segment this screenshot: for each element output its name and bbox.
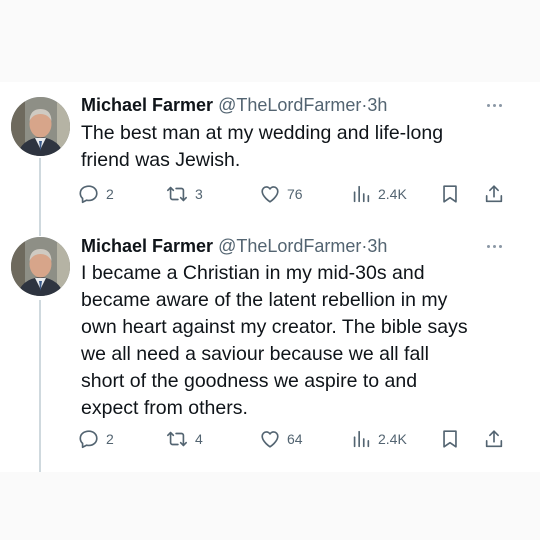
- like-button[interactable]: 76: [259, 182, 303, 206]
- bookmark-button[interactable]: [439, 182, 461, 206]
- reply-icon: [79, 185, 98, 204]
- retweet-icon: [167, 186, 187, 202]
- reply-icon: [79, 430, 98, 449]
- tweet-text-line: we all need a saviour because we all fal…: [81, 343, 429, 365]
- tweet-text: The best man at my wedding and life-long…: [81, 120, 526, 174]
- more-dots-icon[interactable]: [482, 239, 506, 253]
- share-icon: [485, 430, 503, 448]
- tweet-text-line: short of the goodness we aspire to and: [81, 370, 418, 392]
- tweet-text: I became a Christian in my mid-30s and b…: [81, 260, 526, 422]
- share-button[interactable]: [483, 182, 505, 206]
- tweet-thread: Michael Farmer @TheLordFarmer·3h The bes…: [0, 82, 540, 472]
- retweet-icon: [167, 431, 187, 447]
- tweet-text-line: friend was Jewish.: [81, 149, 241, 171]
- views-button[interactable]: 2.4K: [350, 427, 407, 451]
- tweet-text-line: The best man at my wedding and life-long: [81, 122, 444, 144]
- timestamp[interactable]: 3h: [367, 95, 387, 115]
- display-name[interactable]: Michael Farmer: [81, 236, 213, 256]
- user-handle[interactable]: @TheLordFarmer: [218, 95, 361, 115]
- views-button[interactable]: 2.4K: [350, 182, 407, 206]
- display-name[interactable]: Michael Farmer: [81, 95, 213, 115]
- reply-button[interactable]: 2: [78, 427, 114, 451]
- thread-line: [39, 158, 41, 236]
- avatar[interactable]: [11, 237, 70, 296]
- share-button[interactable]: [483, 427, 505, 451]
- views-bar-chart-icon: [353, 185, 370, 203]
- reply-button[interactable]: 2: [78, 182, 114, 206]
- heart-icon: [261, 431, 279, 448]
- retweet-button[interactable]: 3: [165, 182, 203, 206]
- reply-count: 2: [106, 431, 114, 447]
- retweet-count: 3: [195, 186, 203, 202]
- tweet-text-line: expect from others.: [81, 397, 248, 419]
- bookmark-button[interactable]: [439, 427, 461, 451]
- retweet-count: 4: [195, 431, 203, 447]
- heart-icon: [261, 186, 279, 203]
- reply-count: 2: [106, 186, 114, 202]
- tweet-header: Michael Farmer @TheLordFarmer·3h: [81, 94, 387, 116]
- action-bar: 2 4 64 2.4K: [78, 427, 508, 451]
- tweet-text-line: I became a Christian in my mid-30s and: [81, 262, 425, 284]
- like-count: 64: [287, 431, 303, 447]
- views-bar-chart-icon: [353, 430, 370, 448]
- views-count: 2.4K: [378, 186, 407, 202]
- bookmark-icon: [443, 430, 457, 448]
- tweet-header: Michael Farmer @TheLordFarmer·3h: [81, 235, 387, 257]
- avatar[interactable]: [11, 97, 70, 156]
- share-icon: [485, 185, 503, 203]
- tweet-text-line: became aware of the latent rebellion in …: [81, 289, 448, 311]
- retweet-button[interactable]: 4: [165, 427, 203, 451]
- like-button[interactable]: 64: [259, 427, 303, 451]
- tweet-text-line: own heart against my creator. The bible …: [81, 316, 468, 338]
- thread-line: [39, 300, 41, 472]
- timestamp[interactable]: 3h: [367, 236, 387, 256]
- user-handle[interactable]: @TheLordFarmer: [218, 236, 361, 256]
- views-count: 2.4K: [378, 431, 407, 447]
- like-count: 76: [287, 186, 303, 202]
- action-bar: 2 3 76 2.4K: [78, 182, 508, 206]
- bookmark-icon: [443, 185, 457, 203]
- more-dots-icon[interactable]: [482, 98, 506, 112]
